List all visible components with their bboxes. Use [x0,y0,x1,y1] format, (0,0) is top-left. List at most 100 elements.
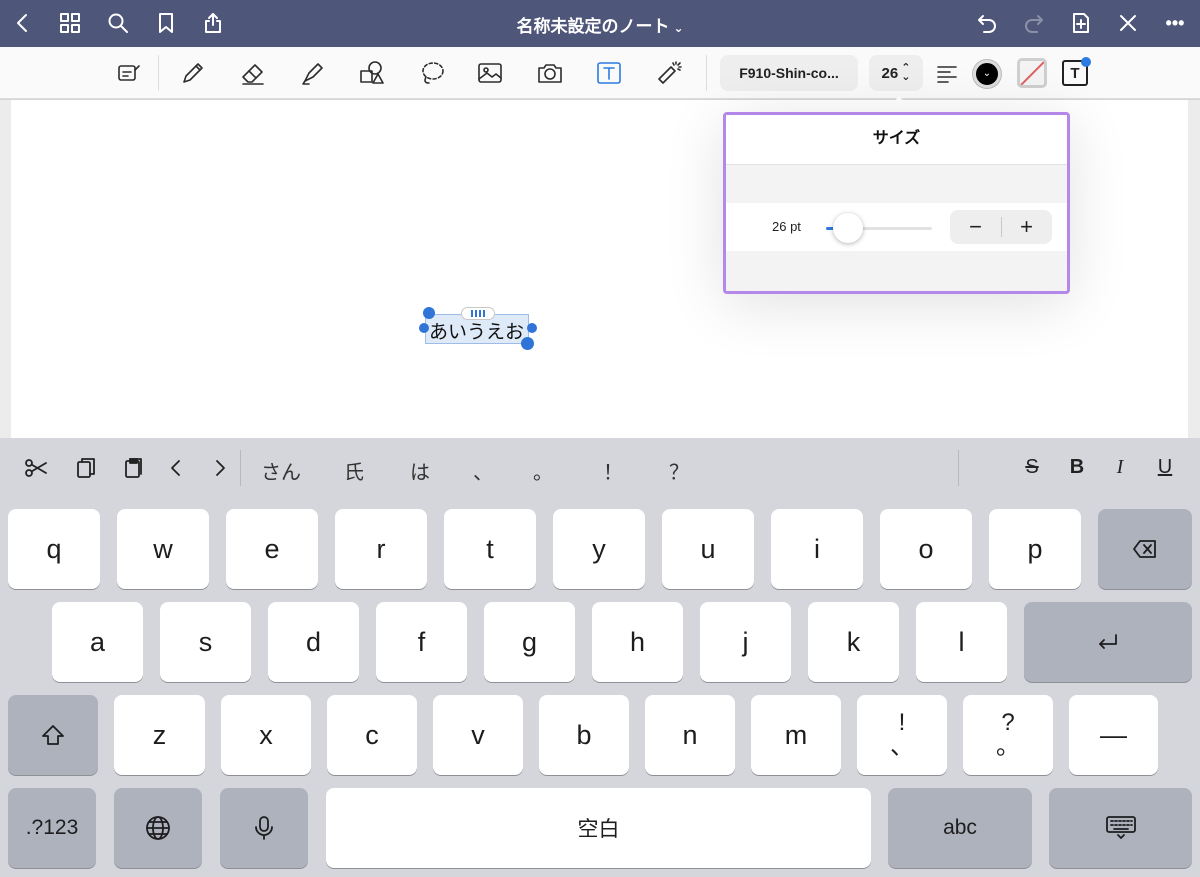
key-m[interactable]: m [751,695,841,775]
key-z[interactable]: z [114,695,205,775]
laser-pointer-icon[interactable] [652,57,686,89]
back-icon[interactable] [8,8,38,38]
search-icon[interactable] [103,8,133,38]
popover-pointer [887,96,911,110]
camera-tool-icon[interactable] [533,57,567,89]
key-exclamation[interactable]: !、 [857,695,947,775]
image-tool-icon[interactable] [473,57,507,89]
suggestion-item[interactable]: さん [256,456,306,485]
highlighter-tool-icon[interactable] [296,57,330,89]
pen-tool-icon[interactable] [176,57,210,89]
key-o[interactable]: o [880,509,972,589]
key-l[interactable]: l [916,602,1007,682]
decrease-size-button[interactable]: − [950,210,1001,244]
size-slider-knob[interactable] [833,213,863,243]
paste-icon[interactable] [117,454,149,482]
shift-key[interactable] [8,695,98,775]
chevron-right-icon[interactable] [206,454,234,482]
suggestion-item[interactable]: ？ [654,456,704,485]
key-primary-char: ! [898,709,906,736]
key-q[interactable]: q [8,509,100,589]
add-page-icon[interactable] [1066,8,1096,38]
strikethrough-button[interactable]: S [1019,456,1045,479]
suggestion-item[interactable]: 。 [518,456,568,485]
key-t[interactable]: t [444,509,536,589]
hide-keyboard-key[interactable] [1049,788,1192,868]
shapes-tool-icon[interactable] [355,57,389,89]
key-f[interactable]: f [376,602,467,682]
resize-handle-top-left[interactable] [423,307,435,319]
undo-icon[interactable] [972,8,1002,38]
key-w[interactable]: w [117,509,209,589]
key-p[interactable]: p [989,509,1081,589]
key-h[interactable]: h [592,602,683,682]
increase-size-button[interactable]: + [1001,210,1052,244]
key-y[interactable]: y [553,509,645,589]
shortcut-divider [958,450,959,486]
resize-handle-bottom-right[interactable] [521,337,534,350]
text-tool-icon[interactable] [592,57,626,89]
key-g[interactable]: g [484,602,575,682]
key-d[interactable]: d [268,602,359,682]
underline-button[interactable]: U [1152,456,1178,479]
suggestion-item[interactable]: 氏 [329,456,379,485]
up-down-chevron-icon: ⌃ ⌄ [901,63,910,83]
eraser-tool-icon[interactable] [236,57,270,89]
key-v[interactable]: v [433,695,523,775]
return-key[interactable] [1024,602,1192,682]
resize-handle-left[interactable] [419,323,429,333]
suggestion-item[interactable]: 、 [458,456,508,485]
scissors-icon[interactable] [20,454,52,482]
key-dash[interactable]: — [1069,695,1158,775]
bold-button[interactable]: B [1064,456,1090,479]
chevron-left-icon[interactable] [162,454,190,482]
font-selector[interactable]: F910-Shin-co... [720,55,858,91]
numbers-key[interactable]: .?123 [8,788,96,868]
microphone-key[interactable] [220,788,308,868]
key-i[interactable]: i [771,509,863,589]
key-e[interactable]: e [226,509,318,589]
key-u[interactable]: u [662,509,754,589]
text-color-swatch[interactable]: ⌄ [973,60,1001,88]
text-align-icon[interactable] [930,57,964,89]
font-size-selector[interactable]: 26 ⌃ ⌄ [869,55,923,91]
key-n[interactable]: n [645,695,735,775]
grid-view-icon[interactable] [55,8,85,38]
more-options-icon[interactable]: ••• [1160,8,1190,38]
key-s[interactable]: s [160,602,251,682]
copy-icon[interactable] [70,454,102,482]
size-value-label: 26 pt [772,219,801,234]
globe-key[interactable] [114,788,202,868]
chevron-down-icon: ⌄ [673,21,684,35]
background-color-swatch[interactable] [1017,58,1047,88]
space-key[interactable]: 空白 [326,788,871,868]
italic-button[interactable]: I [1107,456,1133,479]
resize-handle-right[interactable] [527,323,537,333]
backspace-icon [1133,540,1156,558]
title-bar: 名称未設定のノート ⌄ ••• [0,0,1200,47]
lasso-tool-icon[interactable] [415,57,449,89]
shortcut-divider [240,450,241,486]
note-title[interactable]: 名称未設定のノート ⌄ [460,12,740,37]
key-j[interactable]: j [700,602,791,682]
key-a[interactable]: a [52,602,143,682]
key-b[interactable]: b [539,695,629,775]
read-only-mode-icon[interactable] [111,57,145,89]
key-x[interactable]: x [221,695,311,775]
key-r[interactable]: r [335,509,427,589]
backspace-key[interactable] [1098,509,1192,589]
abc-key[interactable]: abc [888,788,1032,868]
size-stepper: − + [950,210,1052,244]
suggestion-item[interactable]: は [395,456,445,485]
bookmark-icon[interactable] [151,8,181,38]
redo-icon[interactable] [1019,8,1049,38]
suggestion-item[interactable]: ！ [588,456,638,485]
key-k[interactable]: k [808,602,899,682]
drag-handle-icon[interactable] [461,307,495,320]
key-c[interactable]: c [327,695,417,775]
close-icon[interactable] [1113,8,1143,38]
share-icon[interactable] [198,8,228,38]
key-question[interactable]: ?。 [963,695,1053,775]
popover-title: サイズ [726,115,1067,165]
text-box-content[interactable]: あいうえお [429,317,524,344]
